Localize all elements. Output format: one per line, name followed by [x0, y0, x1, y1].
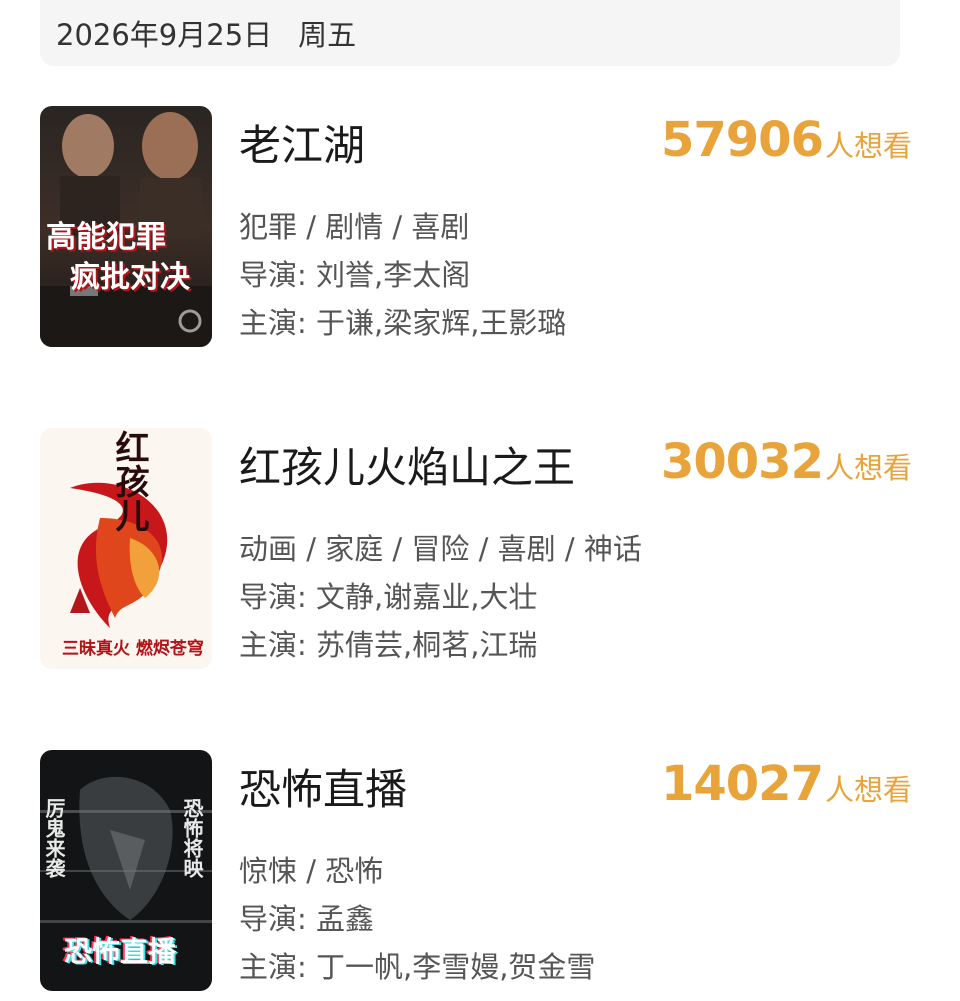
want-to-watch-count: 14027 人想看	[661, 756, 912, 812]
movie-genre: 犯罪 / 剧情 / 喜剧	[239, 210, 470, 244]
poster-tagline: 三昧真火 燃烬苍穹	[62, 639, 204, 659]
poster-tagline: 恐怖将映	[180, 798, 204, 878]
movie-card[interactable]: 高能犯罪 疯批对决 老江湖 57906 人想看 犯罪 / 剧情 / 喜剧 导演:…	[40, 106, 920, 348]
date-header: 2026年9月25日 周五	[40, 0, 900, 66]
want-to-watch-count: 30032 人想看	[661, 434, 912, 490]
movie-cast: 主演: 于谦,梁家辉,王影璐	[239, 306, 567, 340]
movie-cast: 主演: 苏倩芸,桐茗,江瑞	[239, 628, 538, 662]
date-label: 2026年9月25日	[56, 18, 273, 52]
want-count-number: 57906	[660, 112, 824, 168]
poster-tagline: 疯批对决	[70, 260, 190, 295]
want-count-unit: 人想看	[824, 773, 912, 807]
movie-card[interactable]: 红孩儿 三昧真火 燃烬苍穹 红孩儿火焰山之王 30032 人想看 动画 / 家庭…	[40, 428, 920, 670]
movie-title[interactable]: 红孩儿火焰山之王	[239, 434, 575, 495]
want-count-unit: 人想看	[824, 129, 912, 163]
poster-tagline: 高能犯罪	[46, 220, 166, 255]
movie-title[interactable]: 恐怖直播	[239, 756, 407, 817]
want-count-number: 30032	[660, 434, 824, 490]
want-to-watch-count: 57906 人想看	[661, 112, 912, 168]
movie-director: 导演: 刘誉,李太阁	[239, 258, 471, 292]
movie-director: 导演: 文静,谢嘉业,大壮	[239, 580, 538, 614]
want-count-number: 14027	[660, 756, 824, 812]
want-count-unit: 人想看	[824, 451, 912, 485]
movie-genre: 动画 / 家庭 / 冒险 / 喜剧 / 神话	[239, 532, 642, 566]
movie-title[interactable]: 老江湖	[239, 112, 365, 173]
movie-poster[interactable]: 厉鬼来袭 恐怖将映 恐怖直播	[40, 750, 212, 991]
movie-card[interactable]: 厉鬼来袭 恐怖将映 恐怖直播 恐怖直播 14027 人想看 惊悚 / 恐怖 导演…	[40, 750, 920, 992]
movie-genre: 惊悚 / 恐怖	[239, 854, 384, 888]
movie-director: 导演: 孟鑫	[239, 902, 374, 936]
movie-poster[interactable]: 高能犯罪 疯批对决	[40, 106, 212, 347]
poster-title-art: 恐怖直播	[64, 935, 177, 968]
poster-tagline: 厉鬼来袭	[42, 798, 66, 878]
weekday-label: 周五	[298, 18, 357, 52]
poster-title-art: 红孩儿	[109, 430, 149, 532]
movie-poster[interactable]: 红孩儿 三昧真火 燃烬苍穹	[40, 428, 212, 669]
movie-cast: 主演: 丁一帆,李雪嫚,贺金雪	[239, 950, 596, 984]
